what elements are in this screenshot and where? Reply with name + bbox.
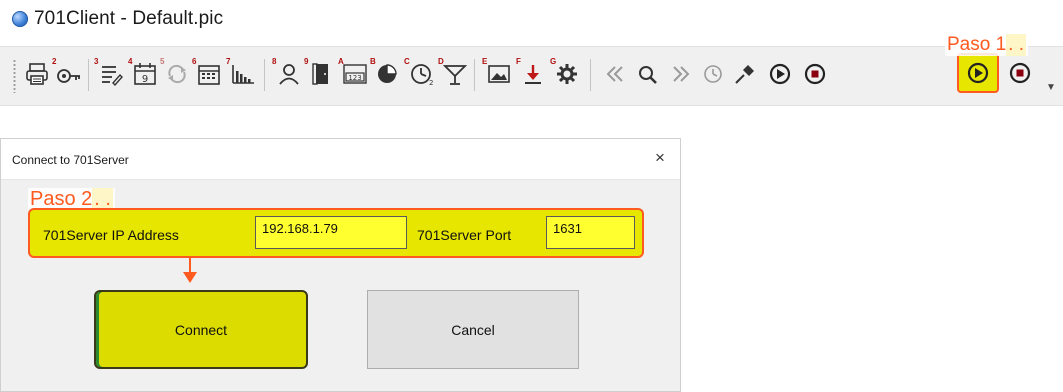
- toolbar-button-number: C: [404, 57, 410, 66]
- arrow-down-icon: [183, 272, 197, 283]
- step1-label: Paso 1: [947, 34, 1007, 55]
- toolbar-button-number: G: [550, 57, 557, 66]
- toolbar-button-number: 3: [94, 57, 99, 66]
- dialog-title: Connect to 701Server: [12, 153, 129, 167]
- toolbar-button-number: 9: [304, 57, 309, 66]
- play-icon[interactable]: [963, 58, 993, 88]
- rewind-icon[interactable]: [600, 59, 630, 89]
- app-title: 701Client - Default.pic: [34, 8, 224, 29]
- close-icon[interactable]: ×: [650, 148, 670, 168]
- toolbar-button-number: 5: [160, 57, 165, 66]
- image-icon[interactable]: E: [482, 57, 514, 89]
- toolbar-separator: [474, 59, 475, 91]
- toolbar-button-number: 2: [52, 57, 57, 66]
- ip-address-label: 701Server IP Address: [43, 227, 179, 243]
- step2-label: Paso 2: [30, 188, 93, 210]
- door-icon[interactable]: 9: [304, 57, 336, 89]
- toolbar-overflow-chevron-icon[interactable]: ▼: [1046, 82, 1056, 93]
- pin-icon[interactable]: [730, 59, 760, 89]
- toolbar-grip[interactable]: [13, 59, 16, 93]
- gear-icon[interactable]: G: [550, 57, 582, 89]
- svg-text:9: 9: [142, 74, 148, 85]
- step1-dots: . .: [1006, 34, 1026, 56]
- stop-icon[interactable]: [1005, 58, 1035, 88]
- main-toolbar: 2 3 4 9 5 6 7 8 9 A 123 B C 2 D E F G: [0, 46, 1063, 106]
- history-icon[interactable]: [698, 59, 728, 89]
- pie-chart-icon[interactable]: B: [370, 57, 402, 89]
- app-titlebar: 701Client - Default.pic: [0, 0, 1063, 38]
- toolbar-separator: [264, 59, 265, 91]
- users-icon[interactable]: 8: [272, 57, 304, 89]
- fast-forward-icon[interactable]: [666, 59, 696, 89]
- cancel-button[interactable]: Cancel: [367, 290, 579, 369]
- calendar-icon[interactable]: 4 9: [128, 57, 160, 89]
- counter-icon[interactable]: A 123: [338, 57, 370, 89]
- step2-dots: . .: [92, 188, 113, 210]
- download-icon[interactable]: F: [516, 57, 548, 89]
- clock-icon[interactable]: C 2: [404, 57, 436, 89]
- printer-icon[interactable]: [22, 59, 52, 89]
- toolbar-button-number: 6: [192, 57, 197, 66]
- step1-annotation: Paso 1. .: [945, 34, 1028, 56]
- step2-annotation: Paso 2. .: [28, 188, 115, 210]
- app-globe-icon: [12, 11, 28, 27]
- schedule-icon[interactable]: 6: [192, 57, 224, 89]
- port-label: 701Server Port: [417, 227, 512, 243]
- dialog-titlebar: Connect to 701Server ×: [1, 139, 680, 180]
- bar-chart-icon[interactable]: 7: [226, 57, 258, 89]
- toolbar-separator: [590, 59, 591, 91]
- toolbar-button-number: D: [438, 57, 444, 66]
- connect-button[interactable]: Connect: [94, 290, 308, 369]
- server-address-panel: 701Server IP Address 192.168.1.79 701Ser…: [28, 208, 644, 258]
- play-icon[interactable]: [765, 59, 795, 89]
- key-icon[interactable]: 2: [52, 57, 84, 89]
- checklist-icon[interactable]: 3: [94, 57, 126, 89]
- toolbar-button-number: 7: [226, 57, 231, 66]
- toolbar-button-number: B: [370, 57, 376, 66]
- toolbar-button-number: E: [482, 57, 488, 66]
- svg-text:123: 123: [348, 74, 361, 82]
- search-icon[interactable]: [632, 59, 662, 89]
- toolbar-button-number: 4: [128, 57, 133, 66]
- ip-address-input[interactable]: 192.168.1.79: [255, 216, 407, 249]
- toolbar-separator: [88, 59, 89, 91]
- sync-icon[interactable]: 5: [160, 57, 192, 89]
- toolbar-button-number: A: [338, 57, 344, 66]
- stop-icon[interactable]: [800, 59, 830, 89]
- svg-text:2: 2: [429, 79, 433, 87]
- cocktail-icon[interactable]: D: [438, 57, 470, 89]
- toolbar-button-number: 8: [272, 57, 277, 66]
- port-input[interactable]: 1631: [546, 216, 635, 249]
- toolbar-button-number: F: [516, 57, 521, 66]
